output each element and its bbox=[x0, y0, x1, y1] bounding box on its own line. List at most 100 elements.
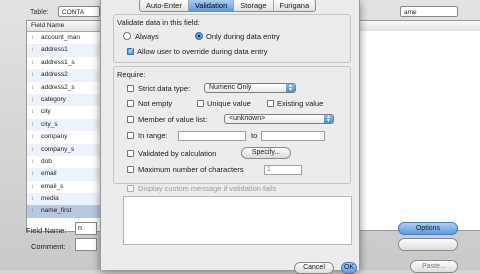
field-list-row[interactable]: ↕ company bbox=[27, 131, 101, 143]
always-label[interactable]: Always bbox=[135, 32, 159, 41]
reorder-arrows-icon[interactable]: ↕ bbox=[31, 193, 34, 205]
reorder-arrows-icon[interactable]: ↕ bbox=[31, 131, 34, 143]
secondary-button[interactable] bbox=[398, 238, 458, 251]
unique-value-checkbox[interactable] bbox=[197, 100, 204, 107]
strict-type-popup[interactable]: Numeric Only ▲ ▼ bbox=[204, 83, 296, 93]
reorder-arrows-icon[interactable]: ↕ bbox=[31, 119, 34, 131]
calculation-checkbox[interactable] bbox=[127, 150, 134, 157]
reorder-arrows-icon[interactable]: ↕ bbox=[31, 94, 34, 106]
reorder-arrows-icon[interactable]: ↕ bbox=[31, 44, 34, 56]
range-from-input[interactable] bbox=[178, 131, 246, 141]
unique-value-label[interactable]: Unique value bbox=[207, 99, 251, 108]
reorder-arrows-icon[interactable]: ↕ bbox=[31, 82, 34, 94]
field-name-text: company_s bbox=[41, 145, 75, 153]
not-empty-label[interactable]: Not empty bbox=[138, 99, 172, 108]
field-list-header[interactable]: Field Name bbox=[27, 21, 101, 32]
field-name-text: email bbox=[41, 170, 57, 178]
max-chars-checkbox[interactable] bbox=[127, 166, 134, 173]
require-title: Require: bbox=[117, 70, 146, 79]
popup-arrows-icon: ▲ ▼ bbox=[324, 115, 333, 124]
field-list-row[interactable]: ↕ email bbox=[27, 168, 101, 181]
field-name-text: account_man bbox=[41, 34, 81, 41]
field-list-row[interactable]: ↕ address2 bbox=[27, 69, 101, 82]
tab-storage[interactable]: Storage bbox=[234, 0, 274, 11]
field-name-text: city_s bbox=[41, 120, 58, 128]
reorder-arrows-icon[interactable]: ↕ bbox=[31, 168, 34, 180]
range-to-label: to bbox=[251, 131, 258, 140]
reorder-arrows-icon[interactable]: ↕ bbox=[31, 106, 34, 118]
member-value-list-label[interactable]: Member of value list: bbox=[138, 115, 207, 124]
tab-furigana[interactable]: Furigana bbox=[274, 0, 316, 11]
reorder-arrows-icon[interactable]: ↕ bbox=[31, 205, 34, 217]
field-list[interactable]: Field Name ↕ account_man ↕ address1 ↕ address… bbox=[26, 20, 102, 232]
field-list-row[interactable]: ↕ city_s bbox=[27, 118, 101, 132]
field-name-text: media bbox=[41, 195, 59, 203]
field-list-row[interactable]: ↕ account_man bbox=[27, 32, 101, 44]
field-name-text: email_s bbox=[41, 182, 64, 190]
cancel-button[interactable]: Cancel bbox=[294, 262, 334, 274]
validate-title: Validate data in this field: bbox=[117, 18, 200, 27]
options-button[interactable]: Options bbox=[398, 222, 458, 235]
field-name-text: name_first bbox=[41, 207, 72, 215]
reorder-arrows-icon[interactable]: ↕ bbox=[31, 32, 34, 44]
not-empty-checkbox[interactable] bbox=[127, 100, 134, 107]
field-options-dialog: Auto-Enter Validation Storage Furigana V… bbox=[100, 0, 360, 274]
tab-validation[interactable]: Validation bbox=[188, 0, 235, 11]
always-radio[interactable] bbox=[123, 32, 131, 40]
field-list-row[interactable]: ↕ email_s bbox=[27, 181, 101, 193]
reorder-arrows-icon[interactable]: ↕ bbox=[31, 144, 34, 156]
calculation-label[interactable]: Validated by calculation bbox=[138, 149, 216, 158]
table-label: Table: bbox=[30, 9, 49, 16]
view-select[interactable]: ame bbox=[400, 6, 458, 17]
specify-button[interactable]: Specify... bbox=[241, 147, 291, 159]
field-list-row[interactable]: ↕ address1 bbox=[27, 44, 101, 57]
existing-value-label[interactable]: Existing value bbox=[277, 99, 323, 108]
table-select[interactable]: CONTA bbox=[58, 6, 100, 17]
field-list-row[interactable]: ↕ category bbox=[27, 93, 101, 107]
max-chars-input[interactable]: 1 bbox=[264, 165, 302, 175]
field-name-text: city bbox=[41, 108, 51, 116]
field-name-text: dob bbox=[41, 157, 52, 165]
allow-override-label[interactable]: Allow user to override during data entry bbox=[137, 47, 268, 56]
field-list-row[interactable]: ↕ name_first bbox=[27, 205, 101, 218]
paste-button[interactable]: Paste... bbox=[410, 260, 458, 273]
field-name-label: Field Name: bbox=[26, 226, 67, 235]
field-name-text: address2 bbox=[41, 71, 68, 79]
value-list-popup[interactable]: <unknown> ▲ ▼ bbox=[224, 114, 334, 124]
field-name-text: address2_s bbox=[41, 83, 75, 91]
custom-message-label[interactable]: Display custom message if validation fai… bbox=[138, 184, 276, 193]
field-list-row[interactable]: ↕ dob bbox=[27, 156, 101, 168]
only-during-entry-label[interactable]: Only during data entry bbox=[206, 32, 280, 41]
reorder-arrows-icon[interactable]: ↕ bbox=[31, 156, 34, 168]
in-range-label[interactable]: In range: bbox=[138, 131, 168, 140]
field-list-row[interactable]: ↕ media bbox=[27, 193, 101, 206]
ok-button[interactable]: OK bbox=[341, 262, 357, 274]
field-list-right-pane bbox=[358, 31, 480, 231]
reorder-arrows-icon[interactable]: ↕ bbox=[31, 57, 34, 69]
strict-type-value: Numeric Only bbox=[209, 84, 252, 91]
tab-auto-enter[interactable]: Auto-Enter bbox=[140, 0, 189, 11]
strict-type-label[interactable]: Strict data type: bbox=[138, 84, 190, 93]
strict-type-checkbox[interactable] bbox=[127, 85, 134, 92]
comment-input[interactable] bbox=[75, 238, 97, 251]
in-range-checkbox[interactable] bbox=[127, 132, 134, 139]
allow-override-checkbox[interactable] bbox=[127, 46, 135, 55]
reorder-arrows-icon[interactable]: ↕ bbox=[31, 181, 34, 193]
custom-message-checkbox[interactable] bbox=[127, 185, 134, 192]
existing-value-checkbox[interactable] bbox=[267, 100, 274, 107]
custom-message-textarea[interactable] bbox=[123, 196, 352, 245]
tab-bar: Auto-Enter Validation Storage Furigana bbox=[139, 0, 317, 12]
popup-arrows-icon: ▲ ▼ bbox=[286, 84, 295, 93]
field-name-text: address1 bbox=[41, 46, 68, 54]
field-list-row[interactable]: ↕ company_s bbox=[27, 143, 101, 156]
range-to-input[interactable] bbox=[261, 131, 325, 141]
field-name-input[interactable]: n bbox=[75, 222, 97, 235]
value-list-value: <unknown> bbox=[229, 115, 266, 122]
field-list-row[interactable]: ↕ address2_s bbox=[27, 82, 101, 94]
max-chars-label[interactable]: Maximum number of characters bbox=[138, 165, 243, 174]
reorder-arrows-icon[interactable]: ↕ bbox=[31, 69, 34, 81]
field-list-row[interactable]: ↕ address1_s bbox=[27, 57, 101, 69]
field-list-row[interactable]: ↕ city bbox=[27, 106, 101, 118]
only-during-entry-radio[interactable] bbox=[195, 32, 203, 40]
member-value-list-checkbox[interactable] bbox=[127, 116, 134, 123]
